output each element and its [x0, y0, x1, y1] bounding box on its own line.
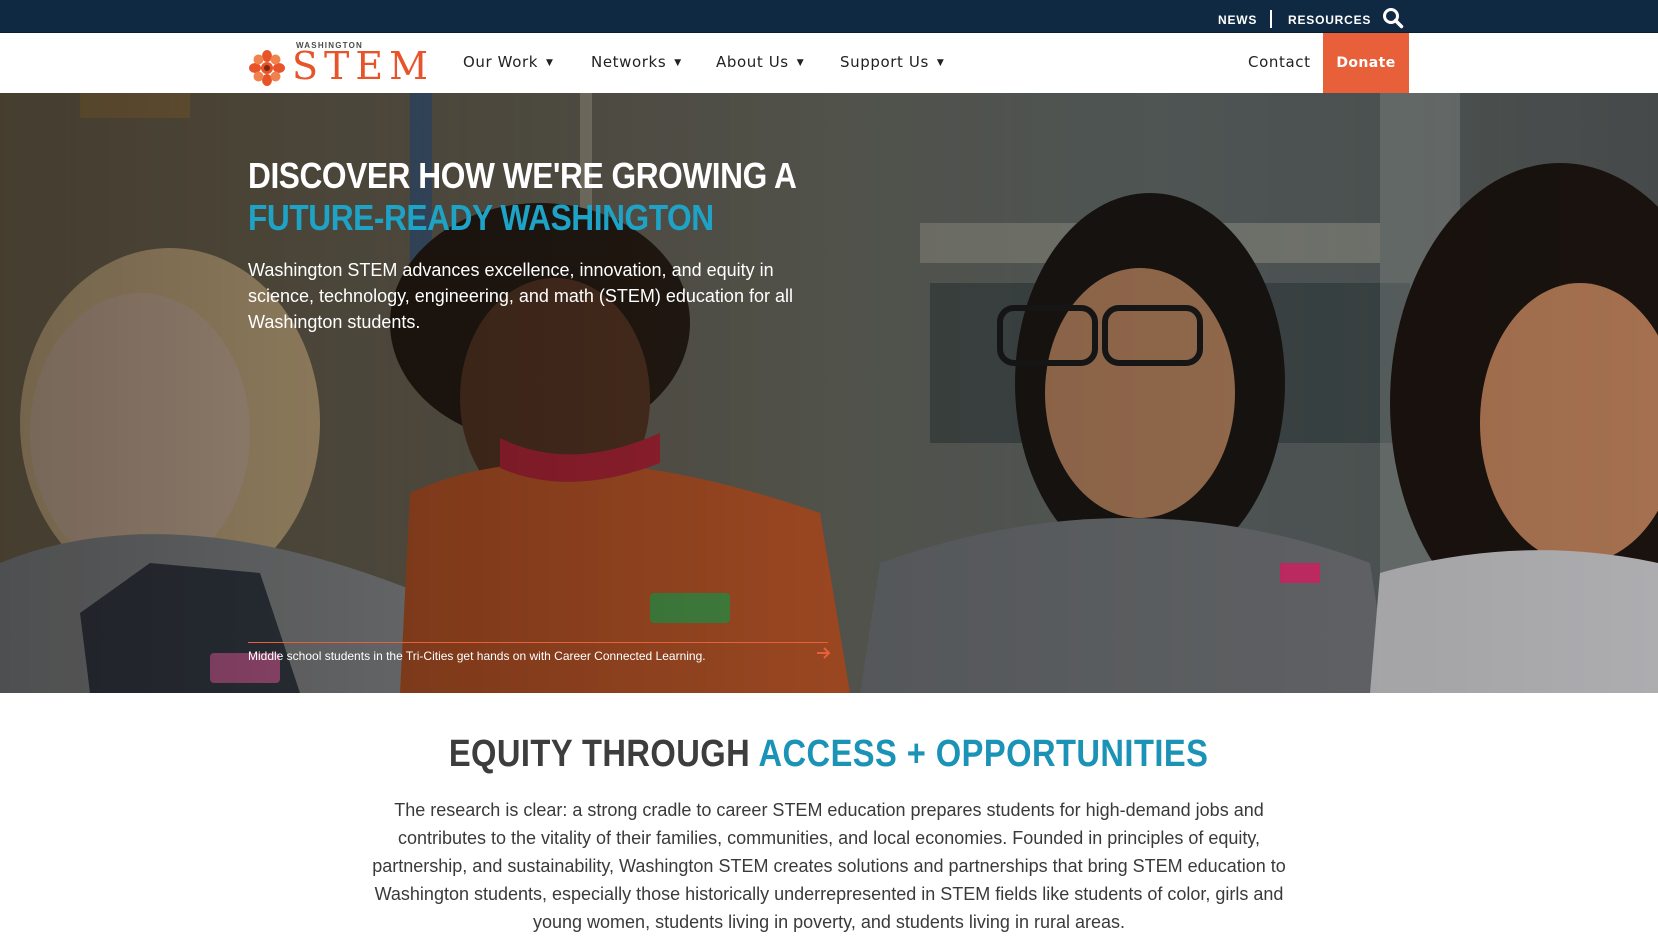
utility-divider: [1270, 10, 1272, 28]
stem-flower-logo-icon: [249, 50, 285, 86]
nav-our-work-label: Our Work: [463, 53, 539, 71]
donate-button[interactable]: Donate: [1323, 33, 1409, 93]
nav-support-us-label: Support Us: [840, 53, 929, 71]
hero-headline-line2: FUTURE-READY WASHINGTON: [248, 197, 714, 238]
search-icon[interactable]: [1382, 7, 1404, 29]
hero-headline: DISCOVER HOW WE'RE GROWING A FUTURE-READ…: [248, 155, 864, 239]
logo-wordmark: STEM: [292, 44, 435, 88]
nav-our-work[interactable]: Our Work ▼: [463, 53, 554, 71]
section-body: The research is clear: a strong cradle t…: [372, 800, 1286, 932]
caret-down-icon: ▼: [674, 58, 682, 68]
nav-support-us[interactable]: Support Us ▼: [840, 53, 944, 71]
section-title: EQUITY THROUGH ACCESS + OPPORTUNITIES: [0, 733, 1658, 776]
resources-link[interactable]: RESOURCES: [1288, 13, 1371, 27]
arrow-right-icon[interactable]: [815, 645, 831, 661]
section-title-part-b: ACCESS + OPPORTUNITIES: [758, 733, 1209, 775]
section-title-inner: EQUITY THROUGH ACCESS + OPPORTUNITIES: [449, 733, 1208, 776]
section-title-part-a: EQUITY THROUGH: [449, 733, 759, 775]
caret-down-icon: ▼: [936, 58, 945, 68]
nav-networks[interactable]: Networks ▼: [591, 53, 682, 71]
nav-networks-label: Networks: [591, 53, 667, 71]
caret-down-icon: ▼: [796, 58, 805, 68]
site-logo[interactable]: WASHINGTON STEM: [248, 37, 433, 89]
caret-down-icon: ▼: [546, 58, 554, 68]
hero-description: Washington STEM advances excellence, inn…: [248, 260, 793, 332]
hero-banner: DISCOVER HOW WE'RE GROWING A FUTURE-READ…: [0, 93, 1658, 693]
contact-link[interactable]: Contact: [1248, 53, 1311, 71]
nav-about-us[interactable]: About Us ▼: [716, 53, 804, 71]
hero-caption: Middle school students in the Tri-Cities…: [248, 642, 828, 663]
main-navigation: WASHINGTON STEM Our Work ▼ Networks ▼ Abou…: [0, 33, 1658, 93]
news-link[interactable]: NEWS: [1218, 13, 1257, 27]
nav-about-us-label: About Us: [716, 53, 789, 71]
utility-bar: NEWS RESOURCES: [0, 0, 1658, 33]
hero-headline-line1: DISCOVER HOW WE'RE GROWING A: [248, 155, 797, 196]
